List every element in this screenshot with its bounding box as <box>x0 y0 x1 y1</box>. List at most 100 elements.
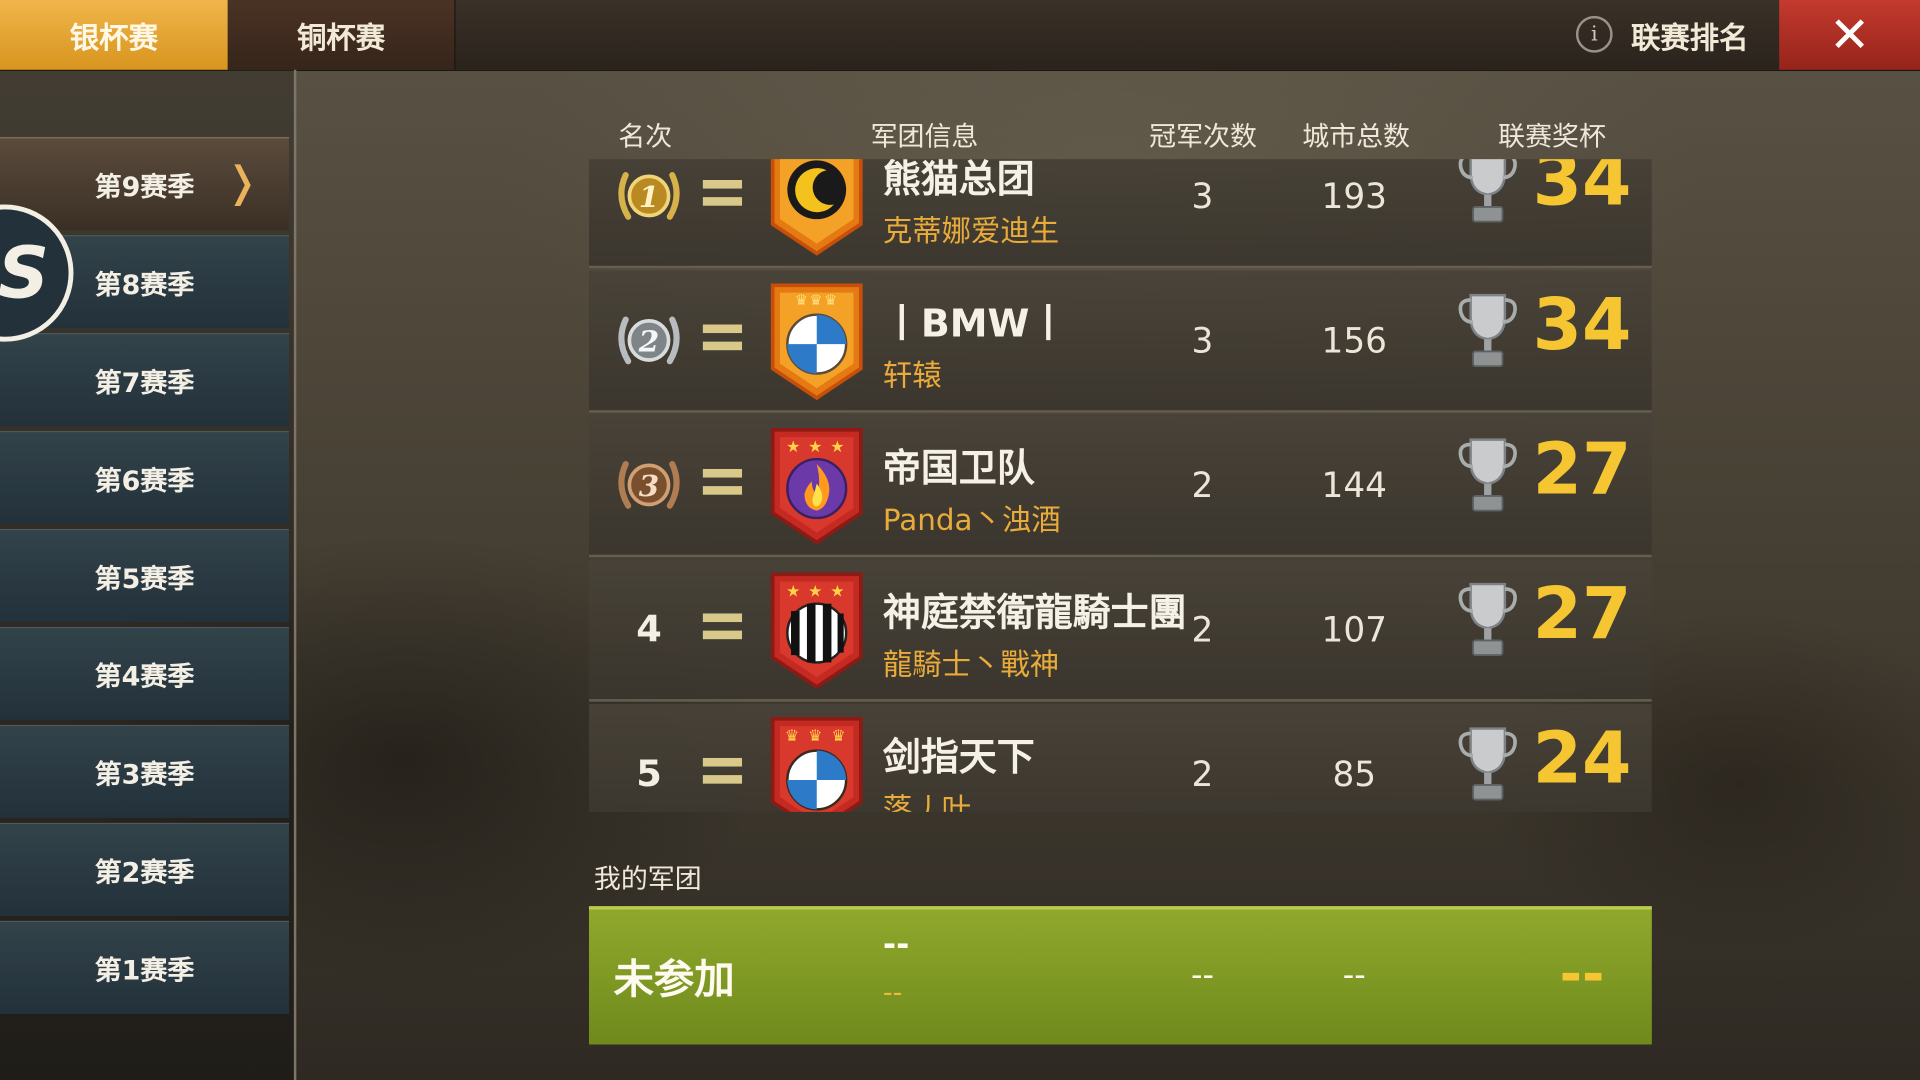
season-label: 第2赛季 <box>94 857 195 889</box>
svg-text:★: ★ <box>786 581 800 600</box>
svg-text:♛: ♛ <box>795 292 808 309</box>
silver-medal-icon: 2 <box>618 316 680 365</box>
guild-leader: 克蒂娜爱迪生 <box>882 214 1060 249</box>
city-count: 156 <box>1321 320 1388 361</box>
season-label: 第6赛季 <box>94 465 195 497</box>
season-item-1[interactable]: 第1赛季 <box>0 920 289 1014</box>
season-sidebar: 第9赛季 ❭ 第8赛季 第7赛季 第6赛季 第5赛季 第4赛季 第3赛季 第2赛… <box>0 69 297 1080</box>
season-item-5[interactable]: 第5赛季 <box>0 528 289 623</box>
season-label: 第8赛季 <box>94 270 195 301</box>
close-icon: ✕ <box>1829 6 1871 64</box>
season-item-3[interactable]: 第3赛季 <box>0 724 289 818</box>
header-total-cities: 城市总数 <box>1302 122 1411 154</box>
season-item-6[interactable]: 第6赛季 <box>0 431 289 525</box>
trophy-icon <box>1458 438 1517 512</box>
ranking-row[interactable]: 1 熊猫总团 克蒂娜爱迪生 3 193 34 <box>588 159 1652 269</box>
participation-status: 未参加 <box>613 955 735 1003</box>
league-ranking-screen: 银杯赛 铜杯赛 i 联赛排名 ✕ 第9赛季 ❭ 第8赛季 第7赛季 第6赛季 第… <box>0 0 1920 1080</box>
bronze-medal-icon: 3 <box>618 461 680 509</box>
my-championship-count: -- <box>1190 957 1214 995</box>
my-cup-count: -- <box>1559 942 1605 1005</box>
guild-name: 剑指天下 <box>882 735 1035 781</box>
header-rank: 名次 <box>618 122 673 154</box>
svg-text:2: 2 <box>638 323 659 358</box>
svg-text:★: ★ <box>808 581 822 600</box>
guild-leader: 轩辕 <box>882 358 942 394</box>
svg-text:★: ★ <box>830 437 844 456</box>
cup-count: 24 <box>1532 716 1632 800</box>
header-championships: 冠军次数 <box>1149 122 1257 154</box>
trophy-icon <box>1458 159 1517 223</box>
season-item-7[interactable]: 第7赛季 <box>0 333 289 427</box>
ranking-row[interactable]: 5 ♛ ♛ ♛ 剑指天下 落丿叶 2 85 24 <box>588 704 1652 812</box>
guild-leader: 落丿叶 <box>882 792 972 812</box>
rank-unchanged-icon <box>702 180 743 212</box>
season-label: 第4赛季 <box>94 661 195 693</box>
flame-crest-icon: ★ ★ ★ <box>770 427 863 545</box>
championship-count: 3 <box>1191 320 1214 361</box>
my-city-count: -- <box>1342 957 1366 995</box>
cup-count: 27 <box>1532 427 1632 511</box>
championship-count: 2 <box>1191 609 1214 650</box>
moon-crest-icon <box>770 159 863 256</box>
svg-text:★: ★ <box>808 437 822 456</box>
my-guild-row: 未参加 -- -- -- -- -- <box>588 906 1652 1045</box>
cup-count: 34 <box>1532 159 1632 222</box>
header-guild-info: 军团信息 <box>870 122 979 154</box>
ranking-row[interactable]: 3 ★ ★ ★ 帝国卫队 Panda丶浊酒 2 144 27 <box>588 415 1652 558</box>
close-button[interactable]: ✕ <box>1779 0 1920 70</box>
guild-name: 丨BMW丨 <box>882 302 1068 347</box>
svg-text:★: ★ <box>786 437 800 456</box>
championship-count: 3 <box>1191 175 1214 217</box>
svg-text:♛: ♛ <box>809 292 822 309</box>
trophy-icon <box>1458 582 1517 657</box>
rank-number: 4 <box>636 607 662 651</box>
info-icon[interactable]: i <box>1575 15 1613 53</box>
guild-name: 帝国卫队 <box>882 446 1035 492</box>
my-guild-name: -- <box>882 926 910 964</box>
season-label: 第7赛季 <box>94 367 195 399</box>
cup-count: 27 <box>1532 571 1632 656</box>
svg-text:★: ★ <box>830 581 844 600</box>
season-item-2[interactable]: 第2赛季 <box>0 822 289 916</box>
trophy-icon <box>1458 293 1517 368</box>
tab-bronze-cup[interactable]: 铜杯赛 <box>227 0 456 70</box>
cup-count: 34 <box>1532 282 1632 367</box>
season-label: 第1赛季 <box>94 955 195 987</box>
championship-count: 2 <box>1191 753 1214 795</box>
season-label: 第9赛季 <box>94 172 195 203</box>
league-ranking-title: 联赛排名 <box>1631 20 1749 55</box>
city-count: 144 <box>1321 464 1388 506</box>
season-item-4[interactable]: 第4赛季 <box>0 626 289 721</box>
rank-unchanged-icon <box>702 613 743 645</box>
tab-silver-cup[interactable]: 银杯赛 <box>0 0 228 70</box>
svg-text:♛: ♛ <box>808 726 822 745</box>
ranking-list[interactable]: 1 熊猫总团 克蒂娜爱迪生 3 193 34 2 ♛ ♛ ♛ 丨BMW丨 轩辕 … <box>588 159 1652 812</box>
trophy-icon <box>1458 727 1517 801</box>
guild-leader: 龍騎士丶戰神 <box>882 647 1060 683</box>
bmw-crest-icon: ♛ ♛ ♛ <box>770 283 863 401</box>
guild-name: 熊猫总团 <box>882 159 1035 203</box>
bmw-red-crest-icon: ♛ ♛ ♛ <box>770 716 863 812</box>
rank-number: 5 <box>636 752 662 796</box>
svg-text:♛: ♛ <box>831 726 845 745</box>
striped-crest-icon: ★ ★ ★ <box>770 572 863 690</box>
ranking-row[interactable]: 2 ♛ ♛ ♛ 丨BMW丨 轩辕 3 156 34 <box>588 270 1652 413</box>
city-count: 107 <box>1321 609 1388 650</box>
rank-unchanged-icon <box>702 324 743 356</box>
guild-leader: Panda丶浊酒 <box>882 503 1061 538</box>
my-guild-leader: -- <box>882 978 903 1009</box>
svg-text:3: 3 <box>639 468 659 503</box>
championship-count: 2 <box>1191 464 1214 506</box>
season-label: 第5赛季 <box>94 563 195 595</box>
svg-text:♛: ♛ <box>785 726 799 745</box>
top-bar: 银杯赛 铜杯赛 i 联赛排名 ✕ <box>0 0 1920 72</box>
header-league-cups: 联赛奖杯 <box>1498 122 1606 154</box>
chevron-right-icon: ❭ <box>224 157 260 207</box>
rank-unchanged-icon <box>702 757 743 790</box>
season-label: 第3赛季 <box>94 759 195 791</box>
ranking-row[interactable]: 4 ★ ★ ★ 神庭禁衛龍騎士團 龍騎士丶戰神 2 107 27 <box>588 559 1652 702</box>
rank-unchanged-icon <box>702 468 743 501</box>
city-count: 193 <box>1321 175 1388 217</box>
my-guild-label: 我的军团 <box>593 864 702 896</box>
